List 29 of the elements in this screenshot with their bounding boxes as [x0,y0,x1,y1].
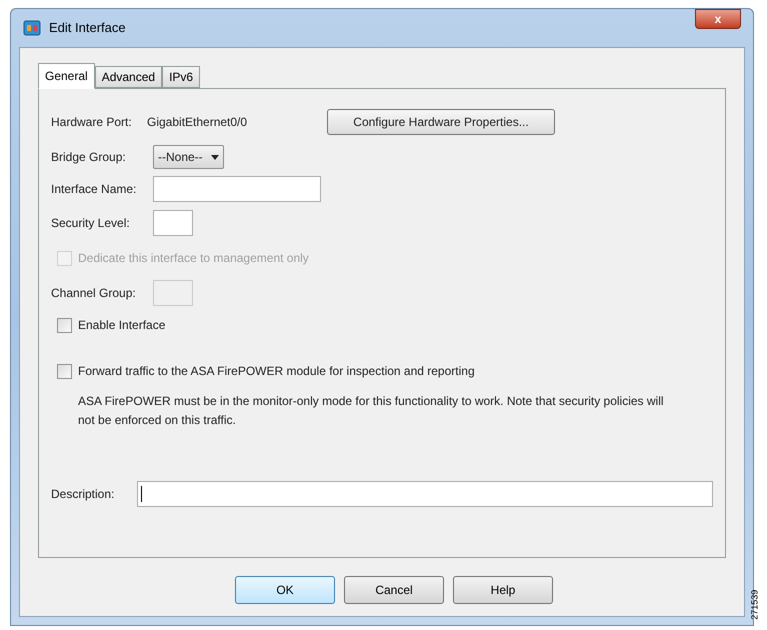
input-field[interactable] [153,210,193,236]
checkbox[interactable] [57,318,72,332]
caret-icon [210,154,219,160]
field-label: Interface Name: [51,181,138,198]
description-field[interactable] [137,481,713,507]
dialog-button[interactable]: OK [235,576,335,604]
note-text: ASA FirePOWER must be in the monitor-only mode for this functionality to work. Note that security policies will not be enforced on this traffic. [78,393,665,429]
checkbox-label: Enable Interface [78,317,166,334]
app-icon [23,20,41,36]
dialog-button[interactable]: Cancel [344,576,444,604]
tab[interactable]: Advanced [94,66,162,88]
input-field[interactable] [153,176,321,202]
field-label: Channel Group: [51,285,137,302]
bridge-group-dropdown[interactable]: --None-- [153,145,224,169]
field-label: Hardware Port: [51,114,133,131]
dialog-button[interactable]: Help [453,576,553,604]
text-cursor [141,486,142,502]
field-label: Description: [51,486,116,503]
tab[interactable]: General [38,63,95,89]
figure-number: 271539 [748,590,760,620]
checkbox-label: Dedicate this interface to management only [78,250,309,267]
field-label: Bridge Group: [51,149,127,166]
checkbox[interactable] [57,364,72,378]
checkbox-label: Forward traffic to the ASA FirePOWER module for inspection and reporting [78,363,475,380]
field-label: Security Level: [51,215,131,232]
configure-hardware-button[interactable]: Configure Hardware Properties... [327,109,555,135]
hardware-port-value: GigabitEthernet0/0 [147,114,248,131]
tab[interactable]: IPv6 [162,66,200,88]
window-title: Edit Interface [49,19,126,38]
